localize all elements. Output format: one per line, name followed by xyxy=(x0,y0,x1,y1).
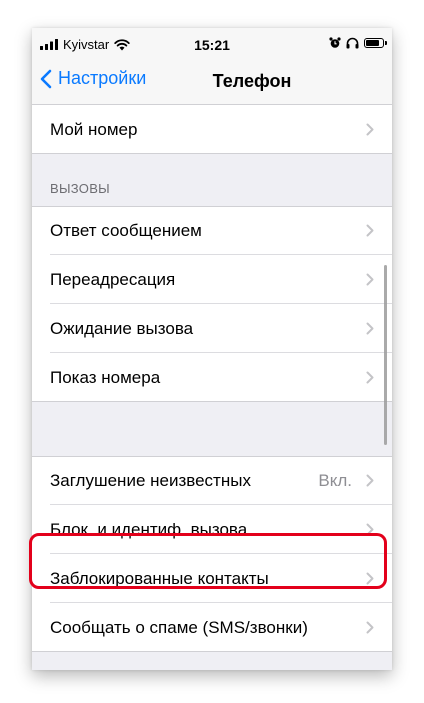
section-header-calls: ВЫЗОВЫ xyxy=(32,154,392,206)
phone-screen: Kyivstar 15:21 Настройки Телефон Мой ном… xyxy=(32,28,392,670)
row-blocked-contacts[interactable]: Заблокированные контакты xyxy=(32,554,392,603)
chevron-right-icon xyxy=(366,523,374,536)
row-label: Заглушение неизвестных xyxy=(50,470,251,490)
row-call-blocking-identification[interactable]: Блок. и идентиф. вызова xyxy=(32,505,392,554)
row-label: Ответ сообщением xyxy=(50,220,202,240)
row-label: Заблокированные контакты xyxy=(50,568,269,588)
chevron-right-icon xyxy=(366,322,374,335)
divider xyxy=(32,651,392,652)
row-call-forwarding[interactable]: Переадресация xyxy=(32,255,392,304)
status-right xyxy=(324,37,387,49)
row-label: Ожидание вызова xyxy=(50,318,194,338)
divider xyxy=(32,456,392,457)
row-call-waiting[interactable]: Ожидание вызова xyxy=(32,304,392,353)
row-label: Сообщать о спаме (SMS/звонки) xyxy=(50,617,308,637)
chevron-right-icon xyxy=(366,474,374,487)
alarm-icon xyxy=(329,37,341,48)
headphones-icon xyxy=(346,37,359,49)
chevron-right-icon xyxy=(366,621,374,634)
page-title: Телефон xyxy=(212,71,292,91)
row-my-number[interactable]: Мой номер xyxy=(32,105,392,154)
row-label: Переадресация xyxy=(50,269,176,289)
settings-list: Мой номер ВЫЗОВЫ Ответ сообщением Переад… xyxy=(32,105,392,652)
chevron-right-icon xyxy=(366,371,374,384)
divider xyxy=(32,206,392,207)
row-label: Мой номер xyxy=(50,119,138,139)
divider xyxy=(32,401,392,402)
row-report-spam[interactable]: Сообщать о спаме (SMS/звонки) xyxy=(32,603,392,652)
battery-icon xyxy=(364,38,387,48)
chevron-right-icon xyxy=(366,123,374,136)
section-header-label: ВЫЗОВЫ xyxy=(50,181,110,196)
row-value: Вкл. xyxy=(318,470,352,490)
status-bar: Kyivstar 15:21 xyxy=(32,28,392,60)
row-show-caller-id[interactable]: Показ номера xyxy=(32,353,392,402)
row-label: Показ номера xyxy=(50,367,161,387)
chevron-right-icon xyxy=(366,224,374,237)
row-silence-unknown-callers[interactable]: Заглушение неизвестных Вкл. xyxy=(32,456,392,505)
row-label: Блок. и идентиф. вызова xyxy=(50,519,248,539)
navigation-bar: Настройки Телефон xyxy=(32,60,392,105)
chevron-right-icon xyxy=(366,273,374,286)
row-reply-with-message[interactable]: Ответ сообщением xyxy=(32,206,392,255)
chevron-right-icon xyxy=(366,572,374,585)
scroll-indicator[interactable] xyxy=(384,265,387,445)
